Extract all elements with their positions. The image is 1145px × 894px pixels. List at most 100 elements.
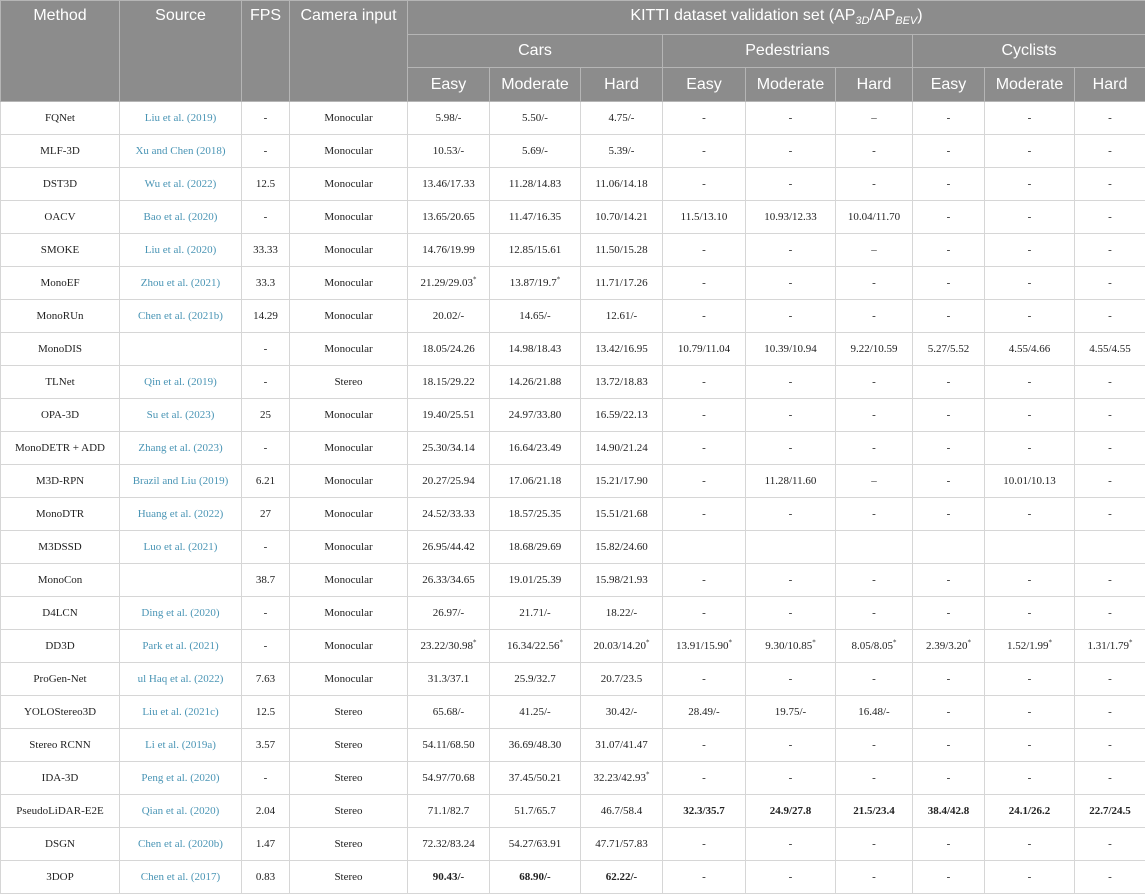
camera-cell: Monocular (290, 432, 408, 465)
method-cell: MLF-3D (1, 135, 120, 168)
method-cell: PseudoLiDAR-E2E (1, 795, 120, 828)
ap-value-cell: - (913, 828, 985, 861)
ap-value-cell: 4.55/4.55 (1075, 333, 1145, 366)
source-link: Qian et al. (2020) (120, 795, 242, 828)
header-camera-input: Camera input (290, 1, 408, 102)
ap-value-cell: - (746, 762, 836, 795)
fps-cell: 6.21 (242, 465, 290, 498)
ap-value-cell: 13.46/17.33 (408, 168, 490, 201)
ap-value-cell: - (985, 498, 1075, 531)
ap-value-cell: - (985, 696, 1075, 729)
ap-value-cell: 19.01/25.39 (490, 564, 581, 597)
fps-cell: 12.5 (242, 168, 290, 201)
ap-value-cell: 38.4/42.8 (913, 795, 985, 828)
ap-value-cell: 15.98/21.93 (581, 564, 663, 597)
ap-value-cell: 62.22/- (581, 861, 663, 894)
ap-value-cell: - (663, 300, 746, 333)
ap-value-cell: 13.91/15.90* (663, 630, 746, 663)
ap-value-cell: 8.05/8.05* (836, 630, 913, 663)
ap-value-cell: - (913, 597, 985, 630)
ap-value-cell: - (663, 861, 746, 894)
ap-value-cell: - (836, 597, 913, 630)
ap-value-cell: - (1075, 366, 1145, 399)
table-header: Method Source FPS Camera input KITTI dat… (1, 1, 1145, 102)
ap-value-cell: 10.39/10.94 (746, 333, 836, 366)
ap-value-cell: - (836, 267, 913, 300)
source-link: Luo et al. (2021) (120, 531, 242, 564)
ap-value-cell: - (836, 168, 913, 201)
ap-value-cell: - (1075, 663, 1145, 696)
source-link (120, 564, 242, 597)
ap-value-cell: - (663, 366, 746, 399)
ap-value-cell (663, 531, 746, 564)
camera-cell: Monocular (290, 102, 408, 135)
ap-value-cell: 11.28/14.83 (490, 168, 581, 201)
ap-value-cell: - (913, 168, 985, 201)
ap-value-cell: 16.48/- (836, 696, 913, 729)
ap-value-cell: - (1075, 168, 1145, 201)
table-row: 3DOPChen et al. (2017)0.83Stereo90.43/-6… (1, 861, 1145, 894)
ap-value-cell: - (746, 366, 836, 399)
header-level: Moderate (985, 68, 1075, 102)
header-level: Easy (408, 68, 490, 102)
table-row: DST3DWu et al. (2022)12.5Monocular13.46/… (1, 168, 1145, 201)
camera-cell: Stereo (290, 828, 408, 861)
ap-value-cell: – (836, 234, 913, 267)
ap-value-cell: 31.3/37.1 (408, 663, 490, 696)
ap-value-cell: 13.65/20.65 (408, 201, 490, 234)
method-cell: D4LCN (1, 597, 120, 630)
ap-value-cell: 4.75/- (581, 102, 663, 135)
ap-value-cell: 54.27/63.91 (490, 828, 581, 861)
ap-value-cell: - (836, 861, 913, 894)
table-row: MonoRUnChen et al. (2021b)14.29Monocular… (1, 300, 1145, 333)
ap-value-cell: 26.97/- (408, 597, 490, 630)
ap-value-cell: - (1075, 696, 1145, 729)
ap-value-cell: 15.21/17.90 (581, 465, 663, 498)
ap-value-cell: - (746, 300, 836, 333)
kitti-title-mid: /AP (869, 7, 895, 24)
ap-value-cell: 12.85/15.61 (490, 234, 581, 267)
camera-cell: Monocular (290, 267, 408, 300)
ap-value-cell: - (836, 498, 913, 531)
source-link: Huang et al. (2022) (120, 498, 242, 531)
ap-value-cell: - (913, 663, 985, 696)
ap-value-cell: - (663, 465, 746, 498)
ap-value-cell: - (746, 399, 836, 432)
fps-cell: - (242, 201, 290, 234)
table-row: MonoEFZhou et al. (2021)33.3Monocular21.… (1, 267, 1145, 300)
ap-value-cell: 24.1/26.2 (985, 795, 1075, 828)
method-cell: M3DSSD (1, 531, 120, 564)
table-row: ProGen-Netul Haq et al. (2022)7.63Monocu… (1, 663, 1145, 696)
ap-value-cell (1075, 531, 1145, 564)
ap-value-cell: - (985, 102, 1075, 135)
ap-value-cell: - (746, 267, 836, 300)
ap-value-cell: - (836, 399, 913, 432)
method-cell: TLNet (1, 366, 120, 399)
ap-value-cell: 20.03/14.20* (581, 630, 663, 663)
camera-cell: Monocular (290, 465, 408, 498)
source-link: Liu et al. (2021c) (120, 696, 242, 729)
fps-cell: - (242, 135, 290, 168)
kitti-title-prefix: KITTI dataset validation set (AP (630, 7, 855, 24)
fps-cell: - (242, 762, 290, 795)
header-group-cars: Cars (408, 35, 663, 68)
ap-value-cell: 10.01/10.13 (985, 465, 1075, 498)
ap-value-cell: - (746, 861, 836, 894)
ap-value-cell: - (663, 135, 746, 168)
header-method: Method (1, 1, 120, 102)
ap-value-cell: - (663, 597, 746, 630)
camera-cell: Stereo (290, 762, 408, 795)
method-cell: IDA-3D (1, 762, 120, 795)
ap-value-cell: - (985, 432, 1075, 465)
ap-value-cell: 11.50/15.28 (581, 234, 663, 267)
source-link: Chen et al. (2017) (120, 861, 242, 894)
source-link: Chen et al. (2020b) (120, 828, 242, 861)
ap-value-cell: - (913, 399, 985, 432)
camera-cell: Monocular (290, 234, 408, 267)
ap-value-cell: - (836, 663, 913, 696)
method-cell: MonoCon (1, 564, 120, 597)
camera-cell: Monocular (290, 531, 408, 564)
method-cell: M3D-RPN (1, 465, 120, 498)
ap-value-cell: 5.27/5.52 (913, 333, 985, 366)
method-cell: DD3D (1, 630, 120, 663)
